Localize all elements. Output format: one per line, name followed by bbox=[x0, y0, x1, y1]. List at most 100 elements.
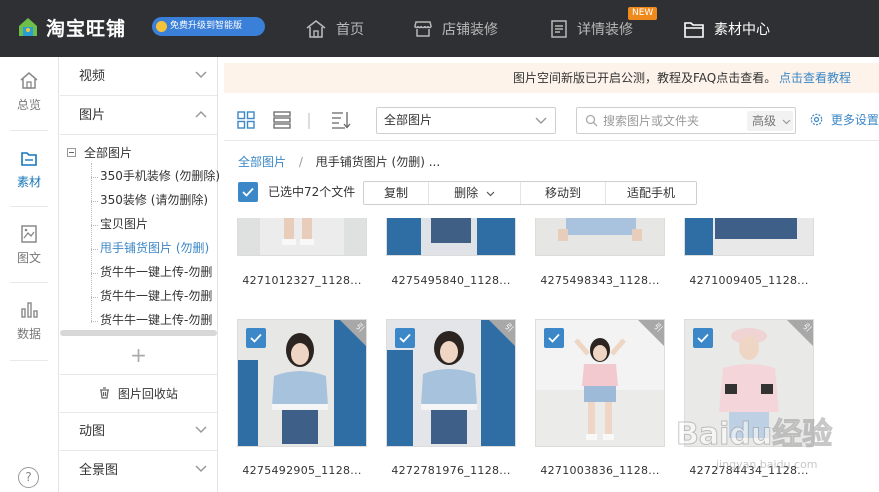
upgrade-button[interactable]: 免费升级到智能版 bbox=[152, 17, 265, 36]
more-settings-button[interactable]: 更多设置 bbox=[810, 107, 879, 134]
rail-divider bbox=[10, 130, 48, 131]
tree-item[interactable]: 宝贝图片 bbox=[100, 212, 148, 236]
list-view-icon[interactable] bbox=[273, 111, 291, 129]
nav-material-center[interactable]: 素材中心 bbox=[683, 0, 770, 57]
recycle-bin-button[interactable]: 图片回收站 bbox=[60, 375, 217, 413]
nav-shop-decor[interactable]: 店铺装修 bbox=[413, 0, 498, 57]
chevron-down-icon bbox=[782, 119, 791, 125]
nav-detail-decor[interactable]: 详情装修 bbox=[550, 0, 633, 57]
breadcrumb-current: 甩手铺货图片 (勿删) ... bbox=[315, 155, 441, 169]
nav-detail-decor-label: 详情装修 bbox=[577, 21, 633, 38]
grid-view-icon[interactable] bbox=[237, 111, 255, 129]
section-panorama-label: 全景图 bbox=[79, 463, 119, 478]
rail-data[interactable]: 数据 bbox=[0, 300, 58, 342]
chevron-down-icon bbox=[195, 71, 207, 79]
detail-icon bbox=[551, 19, 567, 38]
toolbar-divider bbox=[308, 113, 310, 129]
fit-mobile-button[interactable]: 适配手机 bbox=[606, 182, 696, 204]
rail-image-text-label: 图文 bbox=[16, 251, 41, 265]
tree-item[interactable]: 货牛牛一键上传-勿删 bbox=[100, 260, 215, 284]
toolbar: 全部图片 高级 更多设置 bbox=[224, 101, 879, 139]
add-folder-button[interactable]: + bbox=[60, 336, 217, 375]
rail-divider bbox=[10, 206, 48, 207]
settings-icon bbox=[810, 113, 823, 126]
delete-dropdown-button[interactable]: 删除 bbox=[429, 182, 521, 204]
file-name: 4271012327_1128... bbox=[242, 274, 362, 287]
baidu-watermark-logo: Baidu经验 jingyan.baidu.com bbox=[676, 417, 833, 472]
image-card-selected[interactable]: 引 bbox=[237, 319, 367, 447]
chevron-up-icon bbox=[195, 110, 207, 118]
chevron-down-icon bbox=[486, 191, 495, 197]
check-icon bbox=[399, 333, 411, 343]
search-input[interactable] bbox=[603, 112, 743, 130]
tree-collapse-icon[interactable] bbox=[67, 148, 76, 157]
card-checkbox[interactable] bbox=[544, 328, 564, 348]
image-card[interactable] bbox=[386, 218, 516, 256]
section-video[interactable]: 视频 bbox=[60, 57, 217, 96]
help-icon[interactable]: ? bbox=[18, 467, 39, 488]
top-nav-bar: 淘宝旺铺 免费升级到智能版 首页 店铺装修 详情装修 NEW 素材中心 bbox=[0, 0, 879, 57]
image-card[interactable] bbox=[684, 218, 814, 256]
tree-item[interactable]: 350装修 (请勿删除) bbox=[100, 188, 208, 212]
notice-text: 图片空间新版已开启公测，教程及FAQ点击查看。 bbox=[513, 71, 777, 85]
rail-divider bbox=[10, 282, 48, 283]
image-scope-dropdown[interactable]: 全部图片 bbox=[376, 107, 556, 134]
nav-shop-decor-label: 店铺装修 bbox=[442, 21, 498, 38]
file-name: 4275492905_1128... bbox=[242, 464, 362, 477]
rail-overview[interactable]: 总览 bbox=[0, 71, 58, 113]
tree-connector bbox=[91, 321, 98, 322]
image-card-selected[interactable]: 引 bbox=[386, 319, 516, 447]
tree-guide-line bbox=[91, 163, 92, 323]
tree-root-all-images[interactable]: 全部图片 bbox=[84, 141, 132, 165]
product-photo bbox=[387, 218, 515, 255]
breadcrumb-separator: / bbox=[298, 155, 303, 169]
copy-button[interactable]: 复制 bbox=[364, 182, 429, 204]
notice-banner: 图片空间新版已开启公测，教程及FAQ点击查看。 点击查看教程 bbox=[224, 63, 879, 93]
left-rail: 总览 素材 图文 数据 ? bbox=[0, 57, 59, 492]
toolbar-divider bbox=[224, 140, 879, 141]
breadcrumb: 全部图片 / 甩手铺货图片 (勿删) ... bbox=[238, 152, 440, 172]
shop-icon bbox=[414, 20, 432, 37]
image-card[interactable] bbox=[237, 218, 367, 256]
advanced-search-button[interactable]: 高级 bbox=[747, 111, 793, 131]
tree-item[interactable]: 货牛牛一键上传-勿删 bbox=[100, 284, 215, 308]
rail-material-label: 素材 bbox=[16, 175, 41, 189]
recycle-bin-label: 图片回收站 bbox=[117, 387, 178, 401]
tree-item-selected[interactable]: 甩手铺货图片 (勿删) bbox=[100, 236, 209, 260]
section-video-label: 视频 bbox=[79, 69, 106, 84]
section-panorama[interactable]: 全景图 bbox=[60, 451, 217, 490]
app-root: 淘宝旺铺 免费升级到智能版 首页 店铺装修 详情装修 NEW 素材中心 总览 素… bbox=[0, 0, 879, 492]
section-images[interactable]: 图片 bbox=[60, 96, 217, 135]
check-icon bbox=[242, 187, 254, 197]
rail-data-label: 数据 bbox=[16, 327, 41, 341]
breadcrumb-root-link[interactable]: 全部图片 bbox=[238, 155, 286, 169]
nav-home-label: 首页 bbox=[336, 21, 364, 38]
image-scope-value: 全部图片 bbox=[384, 113, 433, 127]
selection-count: 已选中72个文件 bbox=[268, 185, 356, 199]
app-logo[interactable]: 淘宝旺铺 bbox=[16, 12, 126, 42]
chevron-down-icon bbox=[535, 117, 547, 124]
tree-connector bbox=[91, 273, 98, 274]
svg-text:jingyan.baidu.com: jingyan.baidu.com bbox=[715, 458, 818, 471]
advanced-search-label: 高级 bbox=[752, 114, 777, 128]
nav-home[interactable]: 首页 bbox=[305, 0, 364, 57]
move-to-button[interactable]: 移动到 bbox=[521, 182, 606, 204]
image-card[interactable] bbox=[535, 218, 665, 256]
tree-connector bbox=[91, 225, 98, 226]
notice-tutorial-link[interactable]: 点击查看教程 bbox=[779, 63, 851, 93]
tree-item[interactable]: 货牛牛一键上传-勿删 bbox=[100, 308, 215, 332]
card-checkbox[interactable] bbox=[693, 328, 713, 348]
rail-material[interactable]: 素材 bbox=[0, 148, 58, 190]
chevron-down-icon bbox=[195, 426, 207, 434]
section-animated[interactable]: 动图 bbox=[60, 412, 217, 451]
card-checkbox[interactable] bbox=[395, 328, 415, 348]
more-settings-label: 更多设置 bbox=[830, 113, 879, 127]
card-checkbox[interactable] bbox=[246, 328, 266, 348]
select-all-checkbox[interactable] bbox=[238, 182, 258, 202]
sort-icon[interactable] bbox=[331, 111, 351, 129]
image-card-selected[interactable]: 引 bbox=[535, 319, 665, 447]
rail-image-text[interactable]: 图文 bbox=[0, 224, 58, 266]
file-name: 4271003836_1128... bbox=[540, 464, 660, 477]
file-name: 4272781976_1128... bbox=[391, 464, 511, 477]
tree-item[interactable]: 350手机装修 (勿删除) bbox=[100, 164, 220, 188]
